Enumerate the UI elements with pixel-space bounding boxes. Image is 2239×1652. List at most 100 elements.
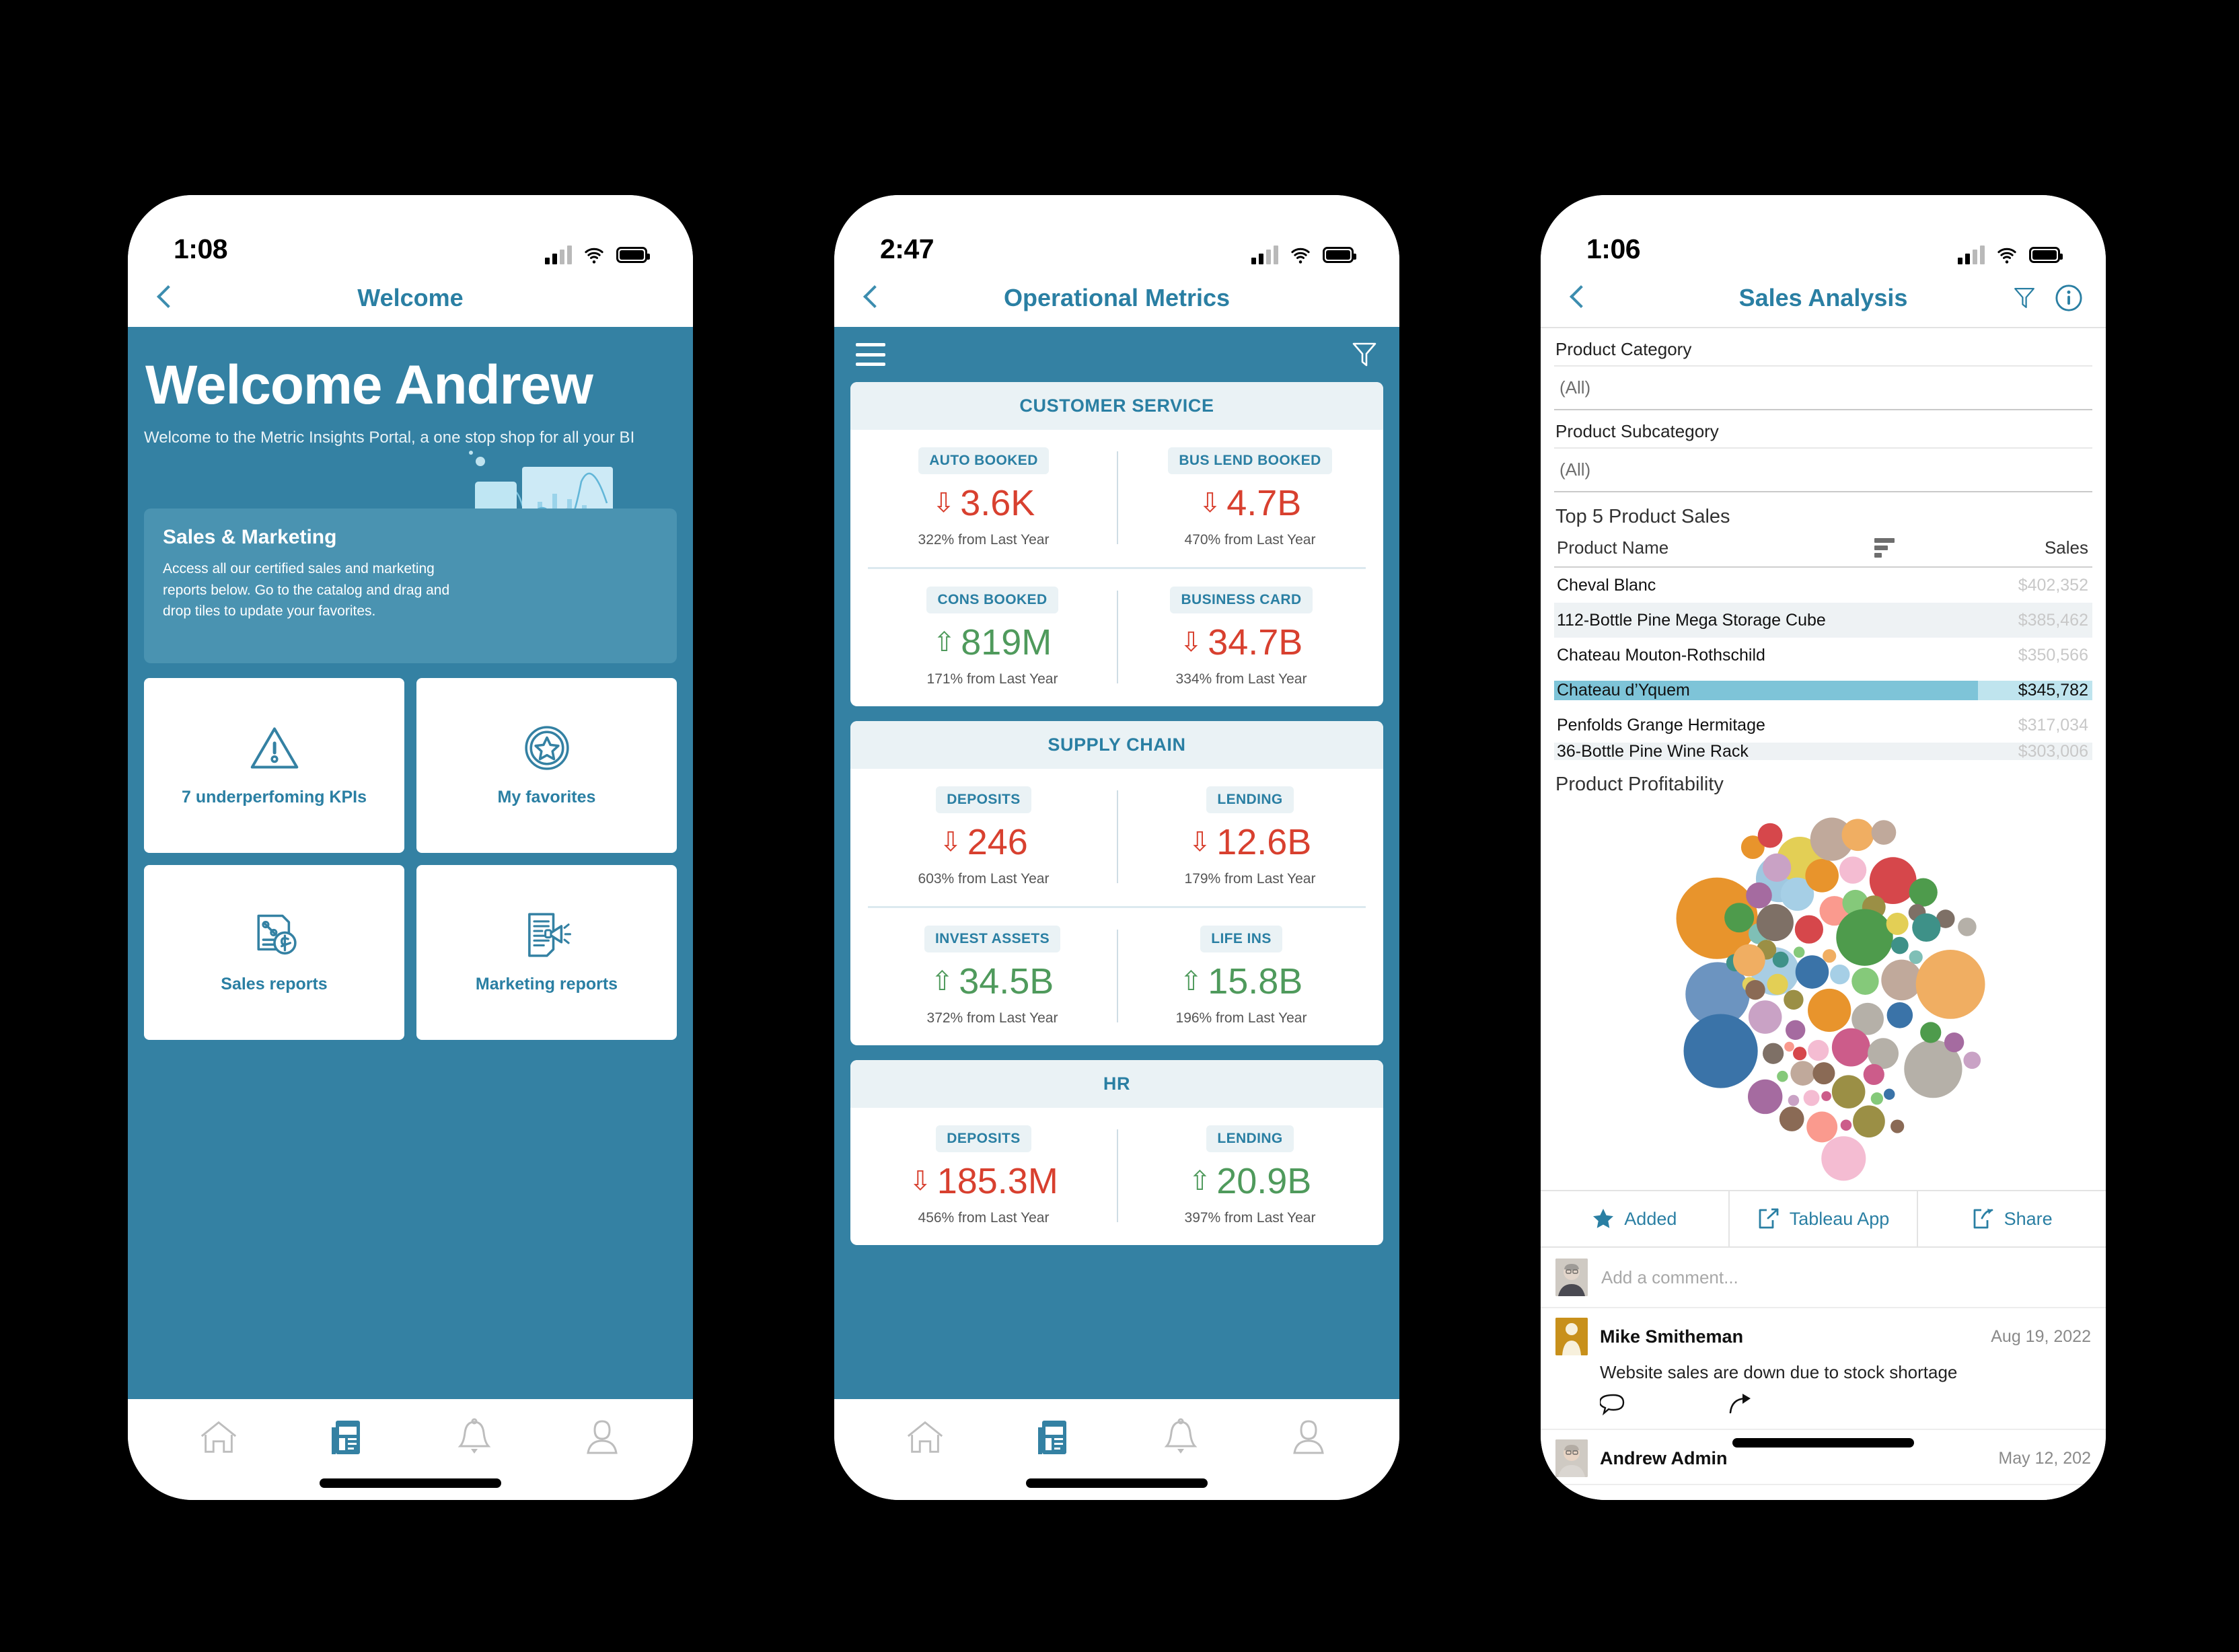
bubble[interactable] xyxy=(1891,1119,1905,1133)
bubble[interactable] xyxy=(1871,820,1897,845)
bubble[interactable] xyxy=(1745,979,1765,1000)
bubble[interactable] xyxy=(1808,988,1851,1032)
bubble[interactable] xyxy=(1909,878,1938,907)
back-button[interactable] xyxy=(1564,283,1593,313)
bubble[interactable] xyxy=(1805,859,1839,893)
bubble[interactable] xyxy=(1794,915,1823,944)
bubble[interactable] xyxy=(1912,913,1941,942)
bubble[interactable] xyxy=(1777,1070,1788,1082)
bubble[interactable] xyxy=(1793,1047,1807,1061)
bubble[interactable] xyxy=(1963,1051,1981,1069)
bubble[interactable] xyxy=(1788,1094,1800,1106)
tab-home[interactable] xyxy=(898,1413,952,1462)
back-button[interactable] xyxy=(151,283,180,313)
bubble[interactable] xyxy=(1830,965,1850,985)
comment-input-row[interactable]: Add a comment... xyxy=(1541,1248,2106,1308)
action-added[interactable]: Added xyxy=(1541,1191,1728,1246)
metric-tile[interactable]: LENDING ⇧ 20.9B 397% from Last Year xyxy=(1117,1125,1383,1226)
action-share[interactable]: Share xyxy=(1917,1191,2106,1246)
table-row[interactable]: Chateau Mouton-Rothschild $350,566 xyxy=(1554,638,2092,673)
tab-content[interactable] xyxy=(320,1413,373,1462)
tile-underperforming-kpis[interactable]: 7 underperfoming KPIs xyxy=(144,678,404,853)
metric-tile[interactable]: CONS BOOKED ⇧ 819M 171% from Last Year xyxy=(868,587,1117,687)
share-arrow-icon[interactable] xyxy=(1728,1392,1755,1418)
metric-tile[interactable]: DEPOSITS ⇩ 246 603% from Last Year xyxy=(850,786,1117,887)
bubble[interactable] xyxy=(1831,1075,1866,1109)
metric-tile[interactable]: DEPOSITS ⇩ 185.3M 456% from Last Year xyxy=(850,1125,1117,1226)
bubble[interactable] xyxy=(1958,917,1977,936)
bubble[interactable] xyxy=(1915,949,1985,1019)
bubble[interactable] xyxy=(1840,1119,1852,1131)
tab-alerts[interactable] xyxy=(447,1413,501,1462)
product-category-input[interactable] xyxy=(1554,365,2092,410)
bubble[interactable] xyxy=(1944,1032,1965,1053)
bubble[interactable] xyxy=(1757,823,1783,848)
table-row[interactable]: Chateau d’Yquem $345,782 xyxy=(1554,673,2092,708)
bubble[interactable] xyxy=(1821,1136,1866,1181)
table-row[interactable]: Cheval Blanc $402,352 xyxy=(1554,568,2092,603)
bubble[interactable] xyxy=(1683,1014,1758,1088)
bubble[interactable] xyxy=(1886,912,1909,935)
tab-alerts[interactable] xyxy=(1154,1413,1208,1462)
bubble[interactable] xyxy=(1909,950,1923,965)
info-circle-icon[interactable] xyxy=(2055,284,2083,312)
comment-bubble-icon[interactable] xyxy=(1600,1392,1627,1418)
bubble[interactable] xyxy=(1748,1079,1783,1115)
bubble[interactable] xyxy=(1772,951,1789,968)
metric-tile[interactable]: BUS LEND BOOKED ⇩ 4.7B 470% from Last Year xyxy=(1117,447,1383,548)
bubble[interactable] xyxy=(1851,967,1879,995)
tab-profile[interactable] xyxy=(1282,1413,1335,1462)
bubble[interactable] xyxy=(1881,959,1922,1001)
bubble[interactable] xyxy=(1790,1061,1816,1086)
bubble[interactable] xyxy=(1784,989,1804,1010)
bubble[interactable] xyxy=(1784,1041,1794,1052)
bubble[interactable] xyxy=(1795,955,1829,989)
bubble[interactable] xyxy=(1870,1092,1884,1105)
table-row[interactable]: 112-Bottle Pine Mega Storage Cube $385,46… xyxy=(1554,603,2092,638)
tab-profile[interactable] xyxy=(575,1413,629,1462)
product-profitability-chart[interactable] xyxy=(1541,802,2106,1183)
bubble[interactable] xyxy=(1746,882,1772,909)
funnel-icon[interactable] xyxy=(1351,340,1378,369)
bubble[interactable] xyxy=(1920,1022,1942,1043)
bubble[interactable] xyxy=(1803,1090,1820,1106)
sort-descending-icon[interactable] xyxy=(1874,537,1897,558)
bubble[interactable] xyxy=(1883,1088,1895,1100)
bubble[interactable] xyxy=(1732,944,1765,977)
bubble[interactable] xyxy=(1793,946,1805,958)
bubble[interactable] xyxy=(1841,819,1874,852)
tile-sales-reports[interactable]: Sales reports xyxy=(144,865,404,1040)
metric-tile[interactable]: AUTO BOOKED ⇩ 3.6K 322% from Last Year xyxy=(850,447,1117,548)
table-row[interactable]: Penfolds Grange Hermitage $317,034 xyxy=(1554,708,2092,743)
action-tableau-app[interactable]: Tableau App xyxy=(1728,1191,1917,1246)
bubble[interactable] xyxy=(1886,1002,1913,1028)
funnel-icon[interactable] xyxy=(2012,285,2037,311)
bubble[interactable] xyxy=(1748,1000,1782,1034)
bubble[interactable] xyxy=(1839,856,1867,884)
bubble[interactable] xyxy=(1786,1020,1806,1041)
metric-tile[interactable]: LIFE INS ⇧ 15.8B 196% from Last Year xyxy=(1117,926,1366,1026)
tile-my-favorites[interactable]: My favorites xyxy=(416,678,677,853)
bubble[interactable] xyxy=(1756,904,1794,942)
product-subcategory-input[interactable] xyxy=(1554,447,2092,492)
sales-marketing-card[interactable]: Sales & Marketing Access all our certifi… xyxy=(144,509,677,663)
bubble[interactable] xyxy=(1853,1105,1885,1138)
bubble[interactable] xyxy=(1831,1028,1870,1067)
bubble[interactable] xyxy=(1763,853,1792,882)
bubble[interactable] xyxy=(1836,909,1893,966)
bubble[interactable] xyxy=(1779,1106,1804,1131)
bubble[interactable] xyxy=(1767,973,1788,995)
bubble[interactable] xyxy=(1806,1111,1838,1143)
tab-home[interactable] xyxy=(192,1413,246,1462)
hamburger-menu-icon[interactable] xyxy=(856,343,885,366)
tab-content[interactable] xyxy=(1026,1413,1080,1462)
bubble[interactable] xyxy=(1863,1063,1884,1086)
bubble[interactable] xyxy=(1763,1043,1784,1064)
bubble[interactable] xyxy=(1821,1091,1831,1101)
metric-tile[interactable]: LENDING ⇩ 12.6B 179% from Last Year xyxy=(1117,786,1383,887)
bubble[interactable] xyxy=(1808,1040,1829,1061)
back-button[interactable] xyxy=(857,283,887,313)
bubble[interactable] xyxy=(1724,903,1755,933)
table-row[interactable]: 36-Bottle Pine Wine Rack $303,006 xyxy=(1554,743,2092,760)
bubble[interactable] xyxy=(1823,949,1837,963)
